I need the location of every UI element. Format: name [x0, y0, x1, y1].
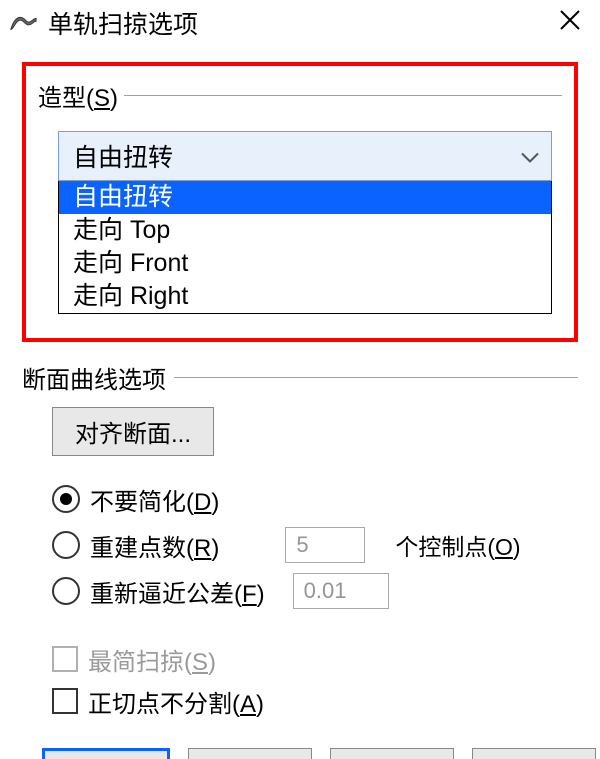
- dialog-buttons: 确定 取消 预览(P) 说明(H): [22, 722, 578, 759]
- style-option-right[interactable]: 走向 Right: [59, 280, 551, 313]
- titlebar: 单轨扫掠选项: [0, 0, 600, 46]
- cross-section-group-label: 断面曲线选项: [22, 360, 578, 395]
- checkbox-simple-sweep-row: 最简扫掠(S): [52, 638, 578, 680]
- checkbox-tangent-nosplit[interactable]: [52, 688, 78, 714]
- radio-rebuild-label: 重建点数(R): [90, 528, 219, 563]
- cross-section-content: 对齐断面... 不要简化(D) 重建点数(R) 5 个控制点(O): [22, 407, 578, 722]
- style-option-freeform[interactable]: 自由扭转: [59, 181, 551, 214]
- style-option-top[interactable]: 走向 Top: [59, 214, 551, 247]
- checkbox-tangent-nosplit-label: 正切点不分割(A): [88, 684, 264, 719]
- divider-line: [174, 377, 578, 378]
- radio-no-simplify[interactable]: [52, 485, 80, 513]
- checkbox-simple-sweep-label: 最简扫掠(S): [88, 642, 216, 677]
- cancel-button[interactable]: 取消: [188, 748, 312, 759]
- checkbox-simple-sweep: [52, 646, 78, 672]
- window-title: 单轨扫掠选项: [48, 5, 550, 41]
- align-cross-sections-button[interactable]: 对齐断面...: [52, 407, 214, 456]
- checkbox-tangent-nosplit-row: 正切点不分割(A): [52, 680, 578, 722]
- cross-section-label-text: 断面曲线选项: [22, 360, 174, 395]
- dialog-body: 造型(S) 自由扭转 自由扭转 走向 Top 走向 Front 走向 Right: [0, 46, 600, 759]
- radio-rebuild-row: 重建点数(R) 5 个控制点(O): [52, 522, 578, 568]
- chevron-down-icon: [521, 142, 539, 171]
- radio-no-simplify-label: 不要简化(D): [90, 482, 219, 517]
- ok-button[interactable]: 确定: [42, 748, 170, 759]
- radio-no-simplify-row: 不要简化(D): [52, 476, 578, 522]
- style-group-label-text: 造型(S): [38, 78, 124, 113]
- radio-refit-label: 重新逼近公差(F): [90, 574, 265, 609]
- checkbox-group: 最简扫掠(S) 正切点不分割(A): [52, 638, 578, 722]
- radio-rebuild[interactable]: [52, 531, 80, 559]
- simplify-radiogroup: 不要简化(D) 重建点数(R) 5 个控制点(O) 重新: [52, 476, 578, 614]
- app-icon: [8, 8, 38, 38]
- style-combobox: 自由扭转 自由扭转 走向 Top 走向 Front 走向 Right: [58, 131, 552, 314]
- dialog-window: 单轨扫掠选项 造型(S) 自由扭转: [0, 0, 600, 759]
- style-combobox-dropdown: 自由扭转 走向 Top 走向 Front 走向 Right: [58, 181, 552, 314]
- refit-tolerance-input[interactable]: 0.01: [293, 573, 389, 609]
- radio-refit[interactable]: [52, 577, 80, 605]
- close-button[interactable]: [550, 3, 590, 43]
- style-option-front[interactable]: 走向 Front: [59, 247, 551, 280]
- close-icon: [559, 9, 581, 38]
- rebuild-points-unit: 个控制点(O): [395, 528, 520, 562]
- preview-button[interactable]: 预览(P): [330, 748, 454, 759]
- style-section-highlight: 造型(S) 自由扭转 自由扭转 走向 Top 走向 Front 走向 Right: [22, 62, 578, 342]
- help-button[interactable]: 说明(H): [472, 748, 596, 759]
- radio-refit-row: 重新逼近公差(F) 0.01: [52, 568, 578, 614]
- style-group-label: 造型(S): [38, 78, 562, 113]
- divider-line: [124, 95, 562, 96]
- style-combobox-field[interactable]: 自由扭转: [58, 131, 552, 181]
- rebuild-points-input[interactable]: 5: [285, 527, 365, 563]
- style-combobox-value: 自由扭转: [73, 138, 173, 174]
